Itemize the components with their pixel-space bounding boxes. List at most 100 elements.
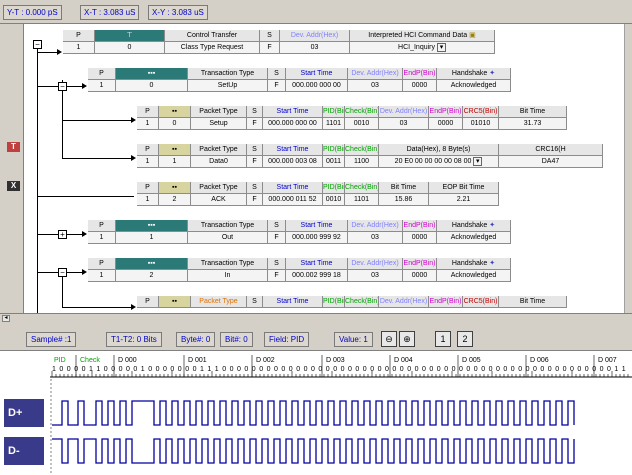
cell-endp: 0000 [429, 118, 463, 130]
cell-start-time: 000.000 999 92 [286, 232, 348, 244]
field-label: D 005 [462, 357, 481, 364]
cell-index: 1 [159, 156, 191, 168]
bit-value: 0 [429, 366, 433, 373]
control-transfer-row[interactable]: 1 0 Class Type Request F 03 HCI_Inquiry … [63, 42, 495, 54]
transaction-icon: ▪▪▪ [116, 258, 188, 270]
prev-marker-button[interactable]: 1 [435, 331, 451, 347]
tree-line [37, 196, 134, 197]
col-start-time: Start Time [263, 144, 323, 156]
bit-value: 0 [592, 366, 596, 373]
col-start-time: Start Time [286, 68, 348, 80]
cell-type: Data0 [191, 156, 247, 168]
collapse-toggle[interactable]: − [33, 40, 42, 49]
col-s: S [247, 106, 263, 118]
cell-dev-addr: 03 [280, 42, 350, 54]
bit-value: 0 [496, 366, 500, 373]
zoom-out-button[interactable]: ⊕ [399, 331, 415, 347]
sample-readout: Sample# :1 [26, 332, 77, 347]
bit-value: 0 [163, 366, 167, 373]
col-endp: EndP(Bin) [403, 220, 437, 232]
cell-s: F [268, 270, 286, 282]
bit-value: 1 [215, 366, 219, 373]
transaction-icon: ▪▪▪ [116, 68, 188, 80]
waveform-canvas[interactable]: PID Check D 000 D 001 D 002 D 003 D 004 D 005 D … [0, 351, 632, 475]
tree-line [62, 277, 63, 307]
bit-value: 0 [178, 366, 182, 373]
tree-arrow [131, 155, 136, 161]
trigger-marker-icon[interactable]: T [7, 142, 20, 152]
ack-packet-row[interactable]: 1 2 ACK F 000.000 011 52 0010 1101 15.86… [137, 194, 499, 206]
setup-packet-row[interactable]: 1 0 Setup F 000.000 000 00 1101 0010 03 … [137, 118, 567, 130]
col-check: Check(Bin) [345, 182, 379, 194]
bit-value: 0 [170, 366, 174, 373]
tree-line [62, 120, 134, 121]
next-marker-button[interactable]: 2 [457, 331, 473, 347]
xy-readout: X-Y : 3.083 uS [148, 5, 208, 20]
expand-toggle[interactable]: + [58, 230, 67, 239]
setup-transaction-header: P ▪▪▪ Transaction Type S Start Time Dev.… [88, 68, 511, 80]
col-crc5: CRC5(Bin) [463, 106, 499, 118]
col-endp: EndP(Bin) [403, 68, 437, 80]
cell-type: SetUp [188, 80, 268, 92]
horizontal-scrollbar[interactable]: ◂ [0, 313, 632, 323]
scroll-left-icon[interactable]: ◂ [2, 315, 10, 322]
col-p: P [88, 258, 116, 270]
col-p: P [137, 182, 159, 194]
setup-transaction-row[interactable]: 1 0 SetUp F 000.000 000 00 03 0000 Ackno… [88, 80, 511, 92]
cell-data[interactable]: 20 E0 00 00 00 00 08 00 ▾ [379, 156, 499, 168]
cell-endp: 0000 [403, 80, 437, 92]
col-dev-addr: Dev. Addr(Hex) [379, 106, 429, 118]
tree-arrow [131, 117, 136, 123]
col-s: S [247, 144, 263, 156]
bit-value: 0 [289, 366, 293, 373]
bit-value: 0 [407, 366, 411, 373]
bit-value: 0 [422, 366, 426, 373]
cell-s: F [247, 194, 263, 206]
col-p: P [63, 30, 95, 42]
collapse-toggle[interactable]: − [58, 268, 67, 277]
out-transaction-row[interactable]: 1 1 Out F 000.000 999 92 03 0000 Acknowl… [88, 232, 511, 244]
data-packet-row[interactable]: 1 1 Data0 F 000.000 003 08 0011 1100 20 … [137, 156, 603, 168]
col-packet-type: Packet Type [191, 144, 247, 156]
bit-value: 0 [526, 366, 530, 373]
cell-s: F [268, 232, 286, 244]
cell-type: Setup [191, 118, 247, 130]
bit-value: 0 [333, 366, 337, 373]
cell-start-time: 000.000 000 00 [263, 118, 323, 130]
cell-pid: 0011 [323, 156, 345, 168]
bit-value: 1 [89, 366, 93, 373]
cell-hci-command[interactable]: HCI_Inquiry ▾ [350, 42, 495, 54]
dminus-waveform [52, 438, 575, 464]
bit-value: 0 [267, 366, 271, 373]
bit-value: 0 [133, 366, 137, 373]
cell-index: 1 [116, 232, 188, 244]
cell-bit-time: 15.86 [379, 194, 429, 206]
col-start-time: Start Time [263, 296, 323, 308]
zoom-in-button[interactable]: ⊖ [381, 331, 397, 347]
bit-value: 0 [511, 366, 515, 373]
field-readout: Field: PID [264, 332, 310, 347]
bit-value: 0 [444, 366, 448, 373]
x-marker-icon[interactable]: X [7, 181, 20, 191]
col-s: S [247, 296, 263, 308]
bit-value: 0 [481, 366, 485, 373]
bit-value: 0 [474, 366, 478, 373]
field-label: PID [54, 357, 66, 364]
next-packet-header: P ▪▪ Packet Type S Start Time PID(Bin) C… [137, 296, 567, 308]
in-transaction-row[interactable]: 1 2 In F 000.002 999 18 03 0000 Acknowle… [88, 270, 511, 282]
cell-start-time: 000.002 999 18 [286, 270, 348, 282]
collapse-toggle[interactable]: − [58, 82, 67, 91]
vertical-scrollbar[interactable] [624, 24, 632, 321]
bit-value: 0 [459, 366, 463, 373]
col-p: P [137, 144, 159, 156]
bit-value: 0 [378, 366, 382, 373]
field-label: D 004 [394, 357, 413, 364]
bit-value: 0 [563, 366, 567, 373]
bit-value: 0 [326, 366, 330, 373]
tree-line [37, 43, 38, 321]
bit-value: 0 [304, 366, 308, 373]
bit-value: 1 [207, 366, 211, 373]
cell-eop-bit-time: 2.21 [429, 194, 499, 206]
packet-icon: ▪▪ [159, 144, 191, 156]
field-label: D 003 [326, 357, 345, 364]
